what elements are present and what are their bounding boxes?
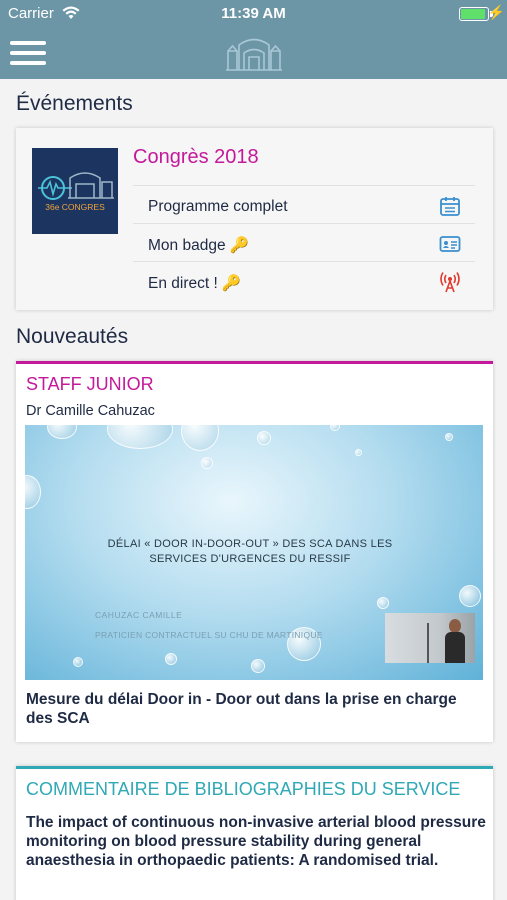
en-direct-row[interactable]: En direct ! 🔑 (133, 261, 475, 299)
battery-icon (459, 7, 489, 21)
programme-complet-label: Programme complet (148, 198, 288, 215)
hamburger-icon[interactable] (10, 40, 46, 66)
status-bar: Carrier 11:39 AM ⚡ (0, 0, 507, 28)
broadcast-icon (440, 272, 460, 293)
event-title[interactable]: Congrès 2018 (133, 146, 259, 169)
charging-icon: ⚡ (487, 4, 505, 20)
news-headline: Mesure du délai Door in - Door out dans … (26, 691, 457, 727)
events-section-title: Événements (16, 92, 133, 115)
news-section-title: Nouveautés (16, 325, 129, 348)
building-logo-icon (226, 38, 282, 71)
key-icon: 🔑 (221, 275, 242, 292)
en-direct-label: En direct ! (148, 275, 218, 292)
mon-badge-label: Mon badge (148, 237, 226, 254)
news-category: STAFF JUNIOR (26, 374, 154, 394)
congress-thumbnail[interactable]: 36e CONGRES (32, 148, 118, 234)
nav-bar (0, 28, 507, 79)
slide-subtitle-name: CAHUZAC CAMILLE (95, 610, 183, 620)
presentation-slide-image[interactable]: DÉLAI « DOOR IN-DOOR-OUT » DES SCA DANS … (25, 425, 483, 680)
speaker-video-thumbnail (385, 613, 475, 663)
news-card[interactable]: STAFF JUNIOR Dr Camille Cahuzac DÉLAI « … (16, 361, 493, 742)
slide-subtitle-role: PRATICIEN CONTRACTUEL SU CHU DE MARTINIQ… (95, 630, 323, 640)
calendar-icon (440, 197, 460, 216)
event-card: 36e CONGRES Congrès 2018 Programme compl… (16, 128, 493, 310)
thumbnail-caption: 36e CONGRES (45, 202, 105, 212)
news-headline: The impact of continuous non-invasive ar… (26, 814, 486, 869)
key-icon: 🔑 (229, 237, 249, 254)
mon-badge-row[interactable]: Mon badge 🔑 (133, 223, 475, 261)
news-author: Dr Camille Cahuzac (26, 403, 155, 419)
news-category: COMMENTAIRE DE BIBLIOGRAPHIES DU SERVICE (26, 779, 461, 799)
badge-icon (439, 236, 461, 252)
news-card[interactable]: COMMENTAIRE DE BIBLIOGRAPHIES DU SERVICE… (16, 766, 493, 900)
news-category-bar (16, 766, 493, 769)
status-time: 11:39 AM (221, 5, 286, 22)
news-category-bar (16, 361, 493, 364)
slide-title: DÉLAI « DOOR IN-DOOR-OUT » DES SCA DANS … (107, 538, 393, 565)
programme-complet-row[interactable]: Programme complet (133, 185, 475, 223)
